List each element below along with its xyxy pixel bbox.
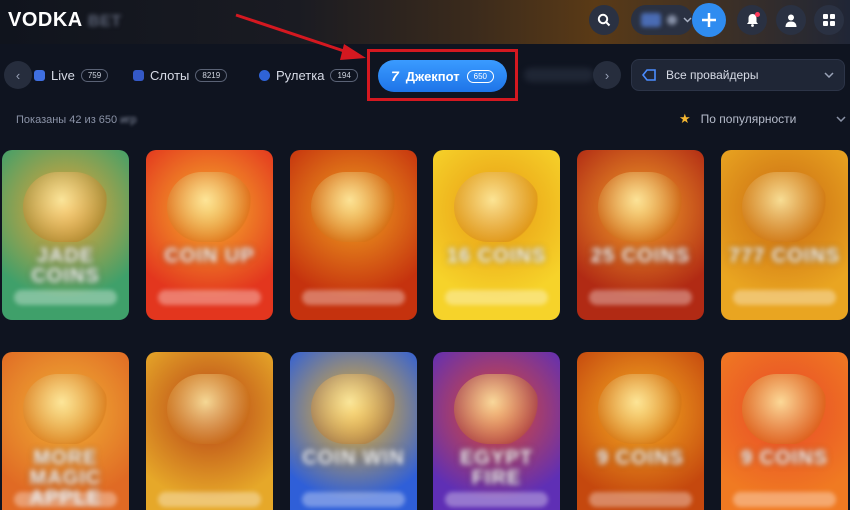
grid-icon xyxy=(823,14,835,26)
game-title: COIN WIN xyxy=(302,447,405,469)
top-header: VODKA BET xyxy=(0,0,850,44)
sort-label: По популярности xyxy=(700,112,797,126)
tab-label: Джекпот xyxy=(405,68,460,84)
game-emblem xyxy=(741,374,828,444)
game-provider xyxy=(158,492,261,507)
game-card[interactable]: JADE COINS xyxy=(2,150,129,320)
menu-button[interactable] xyxy=(814,5,844,35)
game-card[interactable]: COIN WIN xyxy=(290,352,417,510)
game-title: 9 COINS xyxy=(596,447,685,469)
tab-count: 759 xyxy=(80,68,109,82)
star-icon: ★ xyxy=(679,111,691,126)
game-emblem xyxy=(166,172,253,242)
game-emblem xyxy=(310,374,397,444)
game-title: EGYPT FIRE xyxy=(460,447,533,489)
tab-roulette[interactable]: Рулетка 194 xyxy=(259,62,358,88)
game-provider xyxy=(589,492,692,507)
results-count: Показаны 42 из 650 игр xyxy=(16,114,137,126)
game-title: 777 COINS xyxy=(728,245,841,267)
game-provider xyxy=(302,290,405,305)
game-title: 25 COINS xyxy=(590,245,691,267)
chevron-left-icon: ‹ xyxy=(15,67,21,83)
game-card[interactable]: 9 COINS xyxy=(577,352,704,510)
profile-button[interactable] xyxy=(776,5,806,35)
game-title: 16 COINS xyxy=(446,245,547,267)
balance-selector[interactable] xyxy=(631,5,693,35)
balance-amount xyxy=(667,15,677,25)
game-emblem xyxy=(453,172,540,242)
tab-jackpot[interactable]: 7 Джекпот 650 xyxy=(378,60,507,92)
game-emblem xyxy=(741,172,828,242)
game-emblem xyxy=(453,374,540,444)
game-emblem xyxy=(166,374,253,444)
tab-count: 650 xyxy=(466,69,495,83)
results-count-suffix: игр xyxy=(120,114,137,126)
game-card[interactable]: MORE MAGIC APPLE xyxy=(2,352,129,510)
plus-icon xyxy=(702,13,716,27)
results-count-text: Показаны 42 из 650 xyxy=(16,114,118,126)
game-card[interactable]: EGYPT FIRE xyxy=(433,352,560,510)
tab-slots[interactable]: Слоты 8219 xyxy=(133,62,228,88)
game-emblem xyxy=(22,172,109,242)
game-provider xyxy=(158,290,261,305)
game-title: JADE COINS xyxy=(31,245,100,287)
slots-icon xyxy=(133,69,144,81)
game-emblem xyxy=(597,172,684,242)
game-emblem xyxy=(22,374,109,444)
game-provider xyxy=(589,290,692,305)
currency-flag xyxy=(641,13,661,27)
providers-label: Все провайдеры xyxy=(666,68,759,82)
chevron-right-icon: › xyxy=(604,67,610,83)
tab-label: Слоты xyxy=(150,67,190,83)
search-icon xyxy=(597,13,611,27)
tag-icon xyxy=(642,69,656,81)
game-provider xyxy=(733,492,836,507)
chevron-down-icon xyxy=(836,116,846,122)
live-icon xyxy=(34,69,45,81)
game-title: COIN UP xyxy=(164,245,255,267)
nav-next-button[interactable]: › xyxy=(593,61,621,89)
game-provider xyxy=(445,492,548,507)
nav-prev-button[interactable]: ‹ xyxy=(4,61,32,89)
tab-live[interactable]: Live 759 xyxy=(34,62,109,88)
game-card[interactable]: 9 COINS xyxy=(721,352,848,510)
game-card[interactable]: 777 COINS xyxy=(721,150,848,320)
tab-label: Live xyxy=(51,67,75,83)
tab-label: Рулетка xyxy=(276,67,325,83)
chevron-down-icon xyxy=(683,17,692,23)
game-card[interactable]: COIN UP xyxy=(146,150,273,320)
search-button[interactable] xyxy=(589,5,619,35)
tab-count: 194 xyxy=(330,68,358,82)
sort-select[interactable]: ★ По популярности xyxy=(679,111,846,127)
game-provider xyxy=(14,492,117,507)
game-card[interactable] xyxy=(290,150,417,320)
logo-suffix: BET xyxy=(88,13,122,30)
user-icon xyxy=(785,14,797,27)
game-provider xyxy=(445,290,548,305)
providers-select[interactable]: Все провайдеры xyxy=(631,59,845,91)
game-title: 9 COINS xyxy=(740,447,829,469)
game-card[interactable] xyxy=(146,352,273,510)
game-emblem xyxy=(310,172,397,242)
chevron-down-icon xyxy=(824,72,834,78)
logo[interactable]: VODKA BET xyxy=(8,9,122,32)
notifications-button[interactable] xyxy=(737,5,767,35)
jackpot-icon: 7 xyxy=(390,68,399,84)
notification-dot xyxy=(755,12,760,17)
logo-text: VODKA xyxy=(8,9,82,31)
game-card[interactable]: 16 COINS xyxy=(433,150,560,320)
tab-count: 8219 xyxy=(195,68,228,82)
tab-faded[interactable] xyxy=(524,68,594,82)
game-provider xyxy=(302,492,405,507)
roulette-icon xyxy=(259,69,270,81)
game-provider xyxy=(733,290,836,305)
game-provider xyxy=(14,290,117,305)
deposit-button[interactable] xyxy=(692,3,726,37)
game-card[interactable]: 25 COINS xyxy=(577,150,704,320)
game-emblem xyxy=(597,374,684,444)
